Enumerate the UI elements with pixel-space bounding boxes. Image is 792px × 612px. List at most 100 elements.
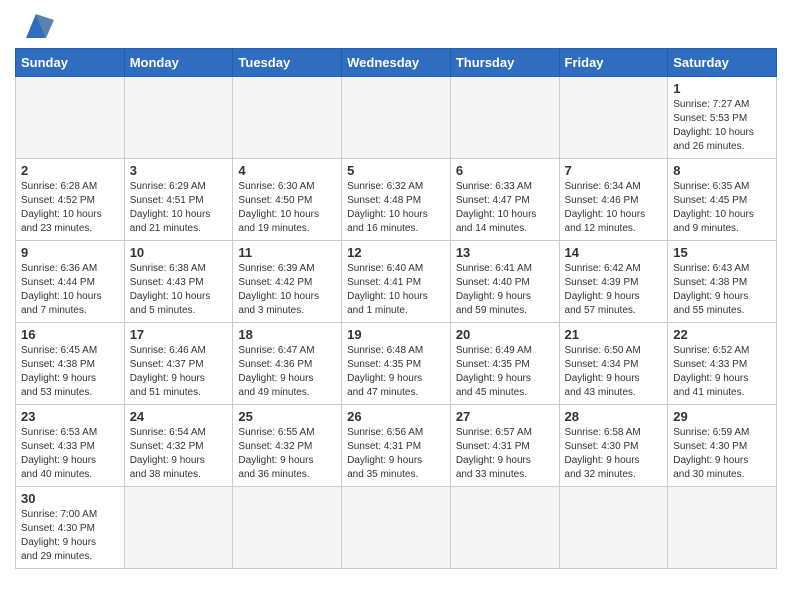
calendar-week-row: 9 Sunrise: 6:36 AM Sunset: 4:44 PM Daylig… xyxy=(16,241,777,323)
day-info: Sunrise: 6:58 AM Sunset: 4:30 PM Dayligh… xyxy=(565,426,663,482)
day-of-week-header: Monday xyxy=(124,49,233,77)
calendar-day-cell: 10Sunrise: 6:38 AM Sunset: 4:43 PM Dayli… xyxy=(124,241,233,323)
day-info: Sunrise: 6:50 AM Sunset: 4:34 PM Dayligh… xyxy=(565,344,663,400)
day-number: 2 xyxy=(21,163,119,178)
day-number: 6 xyxy=(456,163,554,178)
day-of-week-header: Sunday xyxy=(16,49,125,77)
calendar-day-cell: 17Sunrise: 6:46 AM Sunset: 4:37 PM Dayli… xyxy=(124,323,233,405)
header-row: SundayMondayTuesdayWednesdayThursdayFrid… xyxy=(16,49,777,77)
calendar-day-cell: 30Sunrise: 7:00 AM Sunset: 4:30 PM Dayli… xyxy=(16,487,125,569)
day-number: 29 xyxy=(673,409,771,424)
calendar-week-row: 1 Sunrise: 7:27 AM Sunset: 5:53 PM Daylig… xyxy=(16,77,777,159)
day-number: 18 xyxy=(238,327,336,342)
calendar-day-cell: 14 Sunrise: 6:42 AM Sunset: 4:39 PM Dayli… xyxy=(559,241,668,323)
calendar-day-cell xyxy=(450,487,559,569)
day-number: 12 xyxy=(347,245,445,260)
day-info: Sunrise: 6:30 AM Sunset: 4:50 PM Dayligh… xyxy=(238,180,336,236)
calendar-day-cell xyxy=(16,77,125,159)
calendar-day-cell: 8 Sunrise: 6:35 AM Sunset: 4:45 PM Daylig… xyxy=(668,159,777,241)
day-info: Sunrise: 6:45 AM Sunset: 4:38 PM Dayligh… xyxy=(21,344,119,400)
day-info: Sunrise: 6:33 AM Sunset: 4:47 PM Dayligh… xyxy=(456,180,554,236)
day-info: Sunrise: 6:42 AM Sunset: 4:39 PM Dayligh… xyxy=(565,262,663,318)
calendar-day-cell: 19 Sunrise: 6:48 AM Sunset: 4:35 PM Dayli… xyxy=(342,323,451,405)
calendar-day-cell xyxy=(559,487,668,569)
day-info: Sunrise: 7:27 AM Sunset: 5:53 PM Dayligh… xyxy=(673,98,771,154)
calendar-day-cell: 1 Sunrise: 7:27 AM Sunset: 5:53 PM Daylig… xyxy=(668,77,777,159)
calendar-day-cell: 5 Sunrise: 6:32 AM Sunset: 4:48 PM Daylig… xyxy=(342,159,451,241)
header xyxy=(15,10,777,40)
calendar-body: 1 Sunrise: 7:27 AM Sunset: 5:53 PM Daylig… xyxy=(16,77,777,569)
day-info: Sunrise: 6:57 AM Sunset: 4:31 PM Dayligh… xyxy=(456,426,554,482)
day-number: 13 xyxy=(456,245,554,260)
day-info: Sunrise: 6:35 AM Sunset: 4:45 PM Dayligh… xyxy=(673,180,771,236)
day-number: 10 xyxy=(130,245,228,260)
calendar-day-cell: 2 Sunrise: 6:28 AM Sunset: 4:52 PM Daylig… xyxy=(16,159,125,241)
day-number: 1 xyxy=(673,81,771,96)
day-number: 19 xyxy=(347,327,445,342)
day-number: 8 xyxy=(673,163,771,178)
day-info: Sunrise: 6:34 AM Sunset: 4:46 PM Dayligh… xyxy=(565,180,663,236)
calendar-day-cell: 27 Sunrise: 6:57 AM Sunset: 4:31 PM Dayli… xyxy=(450,405,559,487)
calendar-day-cell: 21 Sunrise: 6:50 AM Sunset: 4:34 PM Dayli… xyxy=(559,323,668,405)
day-number: 3 xyxy=(130,163,228,178)
calendar-day-cell: 28 Sunrise: 6:58 AM Sunset: 4:30 PM Dayli… xyxy=(559,405,668,487)
day-number: 22 xyxy=(673,327,771,342)
day-info: Sunrise: 6:55 AM Sunset: 4:32 PM Dayligh… xyxy=(238,426,336,482)
calendar-day-cell: 25 Sunrise: 6:55 AM Sunset: 4:32 PM Dayli… xyxy=(233,405,342,487)
day-number: 11 xyxy=(238,245,336,260)
day-info: Sunrise: 6:43 AM Sunset: 4:38 PM Dayligh… xyxy=(673,262,771,318)
calendar-day-cell: 24 Sunrise: 6:54 AM Sunset: 4:32 PM Dayli… xyxy=(124,405,233,487)
calendar-day-cell: 20Sunrise: 6:49 AM Sunset: 4:35 PM Dayli… xyxy=(450,323,559,405)
day-number: 5 xyxy=(347,163,445,178)
day-number: 14 xyxy=(565,245,663,260)
calendar-day-cell: 18 Sunrise: 6:47 AM Sunset: 4:36 PM Dayli… xyxy=(233,323,342,405)
day-number: 27 xyxy=(456,409,554,424)
day-number: 23 xyxy=(21,409,119,424)
calendar-day-cell: 12Sunrise: 6:40 AM Sunset: 4:41 PM Dayli… xyxy=(342,241,451,323)
calendar-day-cell: 3Sunrise: 6:29 AM Sunset: 4:51 PM Daylig… xyxy=(124,159,233,241)
day-info: Sunrise: 6:56 AM Sunset: 4:31 PM Dayligh… xyxy=(347,426,445,482)
calendar-day-cell: 23Sunrise: 6:53 AM Sunset: 4:33 PM Dayli… xyxy=(16,405,125,487)
calendar-day-cell xyxy=(124,77,233,159)
calendar-day-cell: 9 Sunrise: 6:36 AM Sunset: 4:44 PM Daylig… xyxy=(16,241,125,323)
calendar-day-cell: 29Sunrise: 6:59 AM Sunset: 4:30 PM Dayli… xyxy=(668,405,777,487)
calendar-day-cell xyxy=(450,77,559,159)
calendar-day-cell: 6 Sunrise: 6:33 AM Sunset: 4:47 PM Daylig… xyxy=(450,159,559,241)
calendar-week-row: 30Sunrise: 7:00 AM Sunset: 4:30 PM Dayli… xyxy=(16,487,777,569)
day-info: Sunrise: 6:32 AM Sunset: 4:48 PM Dayligh… xyxy=(347,180,445,236)
day-info: Sunrise: 6:48 AM Sunset: 4:35 PM Dayligh… xyxy=(347,344,445,400)
calendar-day-cell xyxy=(342,487,451,569)
day-info: Sunrise: 6:47 AM Sunset: 4:36 PM Dayligh… xyxy=(238,344,336,400)
day-info: Sunrise: 6:28 AM Sunset: 4:52 PM Dayligh… xyxy=(21,180,119,236)
calendar-week-row: 16Sunrise: 6:45 AM Sunset: 4:38 PM Dayli… xyxy=(16,323,777,405)
day-number: 20 xyxy=(456,327,554,342)
day-info: Sunrise: 6:36 AM Sunset: 4:44 PM Dayligh… xyxy=(21,262,119,318)
calendar-day-cell: 11Sunrise: 6:39 AM Sunset: 4:42 PM Dayli… xyxy=(233,241,342,323)
day-number: 21 xyxy=(565,327,663,342)
logo xyxy=(15,10,54,40)
page: SundayMondayTuesdayWednesdayThursdayFrid… xyxy=(0,0,792,584)
calendar-day-cell: 15Sunrise: 6:43 AM Sunset: 4:38 PM Dayli… xyxy=(668,241,777,323)
day-number: 4 xyxy=(238,163,336,178)
day-number: 28 xyxy=(565,409,663,424)
calendar-day-cell: 4 Sunrise: 6:30 AM Sunset: 4:50 PM Daylig… xyxy=(233,159,342,241)
day-of-week-header: Tuesday xyxy=(233,49,342,77)
day-number: 30 xyxy=(21,491,119,506)
calendar-day-cell xyxy=(233,487,342,569)
day-number: 25 xyxy=(238,409,336,424)
calendar-day-cell: 13Sunrise: 6:41 AM Sunset: 4:40 PM Dayli… xyxy=(450,241,559,323)
calendar-day-cell xyxy=(559,77,668,159)
day-info: Sunrise: 6:54 AM Sunset: 4:32 PM Dayligh… xyxy=(130,426,228,482)
day-number: 24 xyxy=(130,409,228,424)
logo-icon xyxy=(18,10,54,40)
calendar-table: SundayMondayTuesdayWednesdayThursdayFrid… xyxy=(15,48,777,569)
day-number: 9 xyxy=(21,245,119,260)
calendar-day-cell xyxy=(124,487,233,569)
calendar-day-cell: 16Sunrise: 6:45 AM Sunset: 4:38 PM Dayli… xyxy=(16,323,125,405)
day-number: 7 xyxy=(565,163,663,178)
day-of-week-header: Friday xyxy=(559,49,668,77)
day-info: Sunrise: 6:52 AM Sunset: 4:33 PM Dayligh… xyxy=(673,344,771,400)
calendar-header: SundayMondayTuesdayWednesdayThursdayFrid… xyxy=(16,49,777,77)
calendar-week-row: 2 Sunrise: 6:28 AM Sunset: 4:52 PM Daylig… xyxy=(16,159,777,241)
day-of-week-header: Thursday xyxy=(450,49,559,77)
